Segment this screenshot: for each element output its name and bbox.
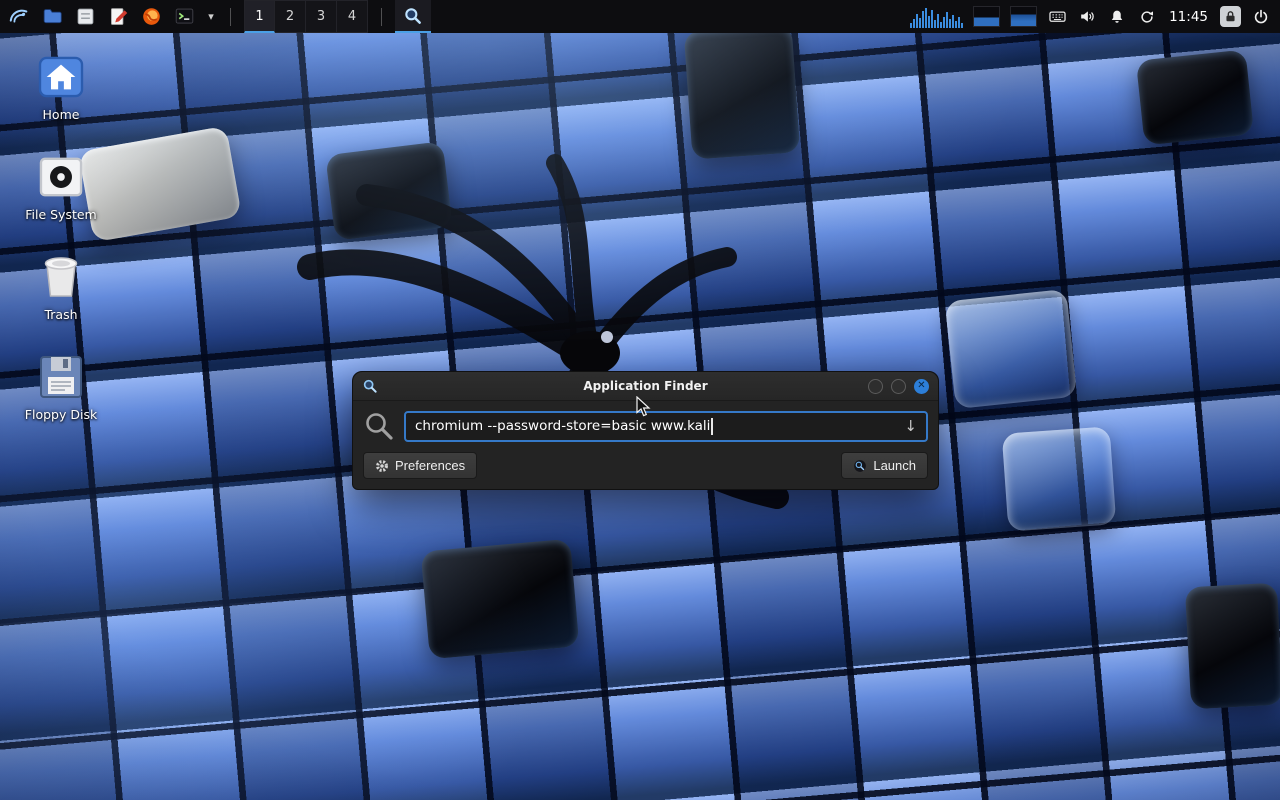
combo-dropdown-icon[interactable]: ↓ bbox=[896, 417, 917, 435]
desktop-icon-label: Trash bbox=[44, 307, 77, 322]
workspace-button-2[interactable]: 2 bbox=[275, 0, 306, 33]
updates-indicator[interactable] bbox=[1137, 7, 1157, 27]
mouse-cursor bbox=[636, 396, 652, 418]
firefox-launcher[interactable] bbox=[139, 5, 163, 29]
files-launcher[interactable] bbox=[73, 5, 97, 29]
keyboard-indicator[interactable] bbox=[1047, 7, 1067, 27]
panel-clock[interactable]: 11:45 bbox=[1167, 9, 1210, 25]
folder-icon bbox=[42, 6, 63, 27]
panel-separator bbox=[381, 8, 382, 26]
text-caret bbox=[711, 418, 713, 435]
home-folder-icon bbox=[38, 52, 84, 102]
wallpaper-cube bbox=[945, 289, 1078, 409]
window-title: Application Finder bbox=[353, 379, 938, 393]
launch-icon bbox=[853, 459, 867, 473]
wallpaper-cube bbox=[421, 539, 580, 660]
wallpaper-cube bbox=[1185, 583, 1280, 710]
speaker-icon bbox=[1078, 7, 1097, 26]
volume-control[interactable] bbox=[1077, 7, 1097, 27]
launch-button-label: Launch bbox=[873, 458, 916, 473]
wallpaper-cube bbox=[1002, 426, 1117, 531]
lock-screen-button[interactable] bbox=[1220, 6, 1241, 27]
floppy-disk-icon bbox=[39, 352, 83, 402]
application-finder-icon bbox=[403, 6, 423, 26]
panel-left-group: ▾ 1 2 3 4 bbox=[0, 0, 438, 33]
search-icon bbox=[363, 410, 395, 442]
terminal-launcher[interactable] bbox=[172, 5, 196, 29]
notifications-button[interactable] bbox=[1107, 7, 1127, 27]
wallpaper-cube bbox=[684, 24, 801, 159]
terminal-icon bbox=[174, 6, 195, 27]
workspace-button-4[interactable]: 4 bbox=[337, 0, 368, 33]
file-cabinet-icon bbox=[75, 6, 96, 27]
keyboard-icon bbox=[1048, 7, 1067, 26]
desktop-icon-label: File System bbox=[25, 207, 97, 222]
panel-separator bbox=[230, 8, 231, 26]
window-controls: ✕ bbox=[868, 379, 929, 394]
drive-icon bbox=[38, 152, 84, 202]
text-editor-launcher[interactable] bbox=[106, 5, 130, 29]
finder-search-input[interactable]: chromium --password-store=basic www.kali… bbox=[404, 411, 928, 442]
desktop-icon-label: Home bbox=[43, 107, 80, 122]
network-graph bbox=[1010, 6, 1037, 27]
panel-right-group: 11:45 bbox=[903, 0, 1280, 33]
close-icon: ✕ bbox=[917, 381, 925, 391]
wallpaper-cube bbox=[325, 141, 453, 241]
workspace-switcher: 1 2 3 4 bbox=[244, 0, 368, 33]
file-manager-launcher[interactable] bbox=[40, 5, 64, 29]
taskbar-application-finder-button[interactable] bbox=[395, 0, 431, 33]
button-row: Preferences Launch bbox=[363, 452, 928, 479]
terminal-dropdown-chevron[interactable]: ▾ bbox=[205, 10, 217, 23]
refresh-circle-icon bbox=[1138, 8, 1156, 26]
maximize-button[interactable] bbox=[891, 379, 906, 394]
workspace-button-1[interactable]: 1 bbox=[244, 0, 275, 33]
audio-spectrum-monitor bbox=[910, 6, 963, 28]
trash-icon bbox=[41, 252, 81, 302]
desktop-icon-label: Floppy Disk bbox=[25, 407, 97, 422]
firefox-icon bbox=[141, 6, 162, 27]
finder-search-text: chromium --password-store=basic www.kali bbox=[415, 418, 710, 434]
kali-logo-icon bbox=[8, 6, 30, 28]
close-button[interactable]: ✕ bbox=[914, 379, 929, 394]
log-out-button[interactable] bbox=[1251, 7, 1271, 27]
bell-icon bbox=[1108, 8, 1126, 26]
minimize-button[interactable] bbox=[868, 379, 883, 394]
text-editor-icon bbox=[108, 6, 129, 27]
window-titlebar-app-icon bbox=[362, 378, 378, 394]
desktop-icon-trash[interactable]: Trash bbox=[14, 252, 108, 322]
preferences-button-label: Preferences bbox=[395, 458, 465, 473]
desktop-icon-file-system[interactable]: File System bbox=[14, 152, 108, 222]
desktop-icon-home[interactable]: Home bbox=[14, 52, 108, 122]
workspace-button-3[interactable]: 3 bbox=[306, 0, 337, 33]
preferences-button[interactable]: Preferences bbox=[363, 452, 477, 479]
desktop-icon-floppy-disk[interactable]: Floppy Disk bbox=[14, 352, 108, 422]
power-icon bbox=[1252, 8, 1270, 26]
lock-icon bbox=[1223, 9, 1238, 24]
application-finder-window: Application Finder ✕ chromium --password… bbox=[352, 371, 939, 490]
wallpaper-cube bbox=[1136, 49, 1254, 145]
system-load-graph bbox=[973, 6, 1000, 27]
desktop-icon-column: Home File System Trash bbox=[14, 52, 108, 452]
kali-menu-button[interactable] bbox=[7, 5, 31, 29]
launch-button[interactable]: Launch bbox=[841, 452, 928, 479]
gear-icon bbox=[375, 459, 389, 473]
top-panel: ▾ 1 2 3 4 bbox=[0, 0, 1280, 33]
